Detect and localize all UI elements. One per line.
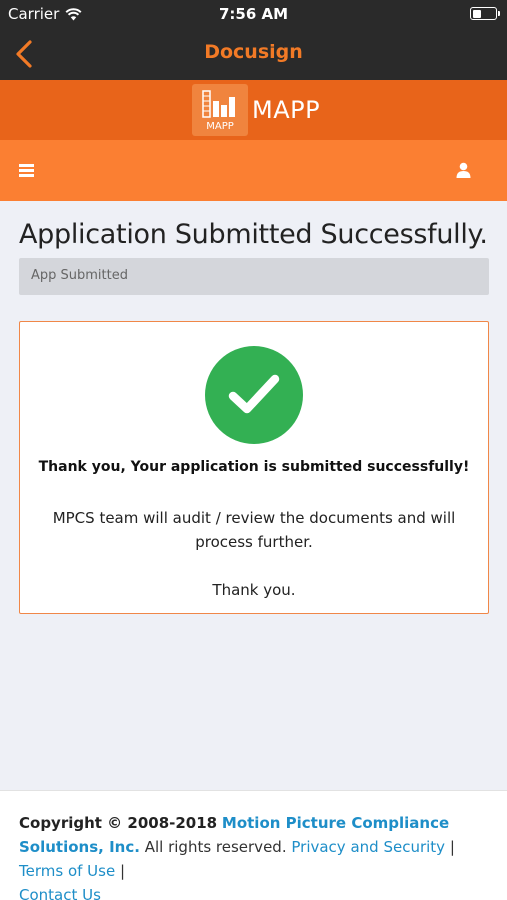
battery-icon bbox=[470, 7, 500, 20]
brand-name: MAPP bbox=[252, 96, 321, 124]
footer-separator: | bbox=[449, 838, 455, 856]
privacy-link[interactable]: Privacy and Security bbox=[291, 838, 445, 856]
user-icon[interactable] bbox=[456, 162, 471, 178]
success-message: MPCS team will audit / review the docume… bbox=[52, 509, 456, 551]
rights-text: All rights reserved. bbox=[144, 838, 287, 856]
success-card: Thank you, Your application is submitted… bbox=[19, 321, 489, 614]
logo-graphic bbox=[202, 90, 235, 118]
contact-link[interactable]: Contact Us bbox=[19, 886, 101, 900]
status-bar: Carrier 7:56 AM bbox=[0, 0, 507, 28]
footer-separator: | bbox=[119, 862, 126, 880]
terms-link[interactable]: Terms of Use bbox=[19, 862, 115, 880]
menu-bar bbox=[0, 140, 507, 201]
nav-bar: Docusign bbox=[0, 28, 507, 80]
checkmark-icon bbox=[228, 374, 280, 414]
copyright-text: Copyright © 2008-2018 bbox=[19, 814, 218, 832]
brand-bar: MAPP MAPP bbox=[0, 80, 507, 140]
success-badge bbox=[205, 346, 303, 444]
mapp-logo-icon: MAPP bbox=[192, 84, 248, 136]
breadcrumb: App Submitted bbox=[19, 258, 489, 295]
logo-text: MAPP bbox=[206, 121, 234, 132]
battery-fill bbox=[472, 9, 481, 18]
closing-text: Thank you. bbox=[212, 581, 296, 599]
clock: 7:56 AM bbox=[218, 5, 289, 23]
page-title: Application Submitted Successfully. bbox=[19, 219, 488, 250]
nav-title: Docusign bbox=[204, 41, 303, 63]
hamburger-menu-icon[interactable] bbox=[19, 164, 34, 177]
success-headline: Thank you, Your application is submitted… bbox=[38, 459, 470, 475]
footer: Copyright © 2008-2018 Motion Picture Com… bbox=[0, 790, 507, 900]
